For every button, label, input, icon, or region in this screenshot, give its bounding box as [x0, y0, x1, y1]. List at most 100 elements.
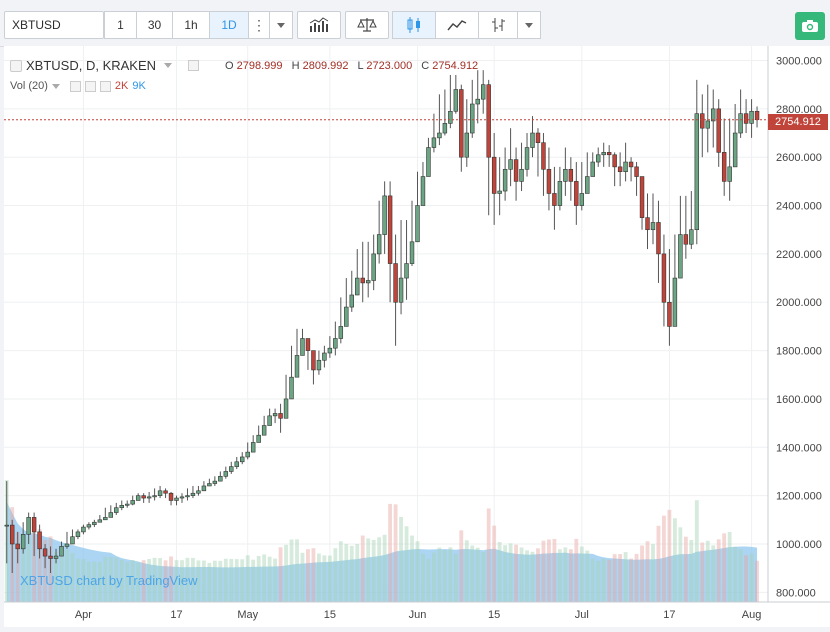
volume-bar — [349, 545, 354, 602]
volume-bar — [201, 560, 206, 602]
compare-button[interactable] — [345, 11, 389, 39]
snapshot-button[interactable] — [795, 12, 825, 40]
volume-bar — [596, 560, 601, 602]
candle-body — [530, 132, 535, 148]
candle-body — [196, 490, 201, 494]
candle-body — [64, 543, 70, 547]
volume-bar — [432, 552, 436, 602]
candle-body — [497, 190, 502, 194]
chart-pane[interactable]: 3000.000 2800.000 2600.000 2400.000 2200.000… — [4, 46, 830, 627]
candle-body — [667, 301, 672, 327]
candle-body — [174, 497, 179, 501]
volume-bar — [421, 553, 425, 602]
candle-body — [114, 507, 119, 513]
volume-bar — [678, 527, 683, 602]
candle-body — [218, 475, 223, 482]
candle-body — [234, 461, 239, 467]
price-tick-label: 1600.000 — [776, 394, 822, 406]
legend-title: XBTUSD, D, KRAKEN — [26, 58, 157, 73]
candle-body — [732, 132, 738, 168]
candle-body — [229, 466, 234, 472]
candle-body — [672, 277, 678, 327]
candle-body — [130, 500, 135, 505]
candle-body — [327, 347, 333, 354]
candle-body — [168, 492, 174, 501]
candle-body — [480, 84, 486, 100]
price-tick-label: 800.000 — [776, 587, 816, 599]
chart-style-dropdown-button[interactable] — [517, 11, 541, 39]
volume-bar — [256, 555, 261, 602]
dropdown-caret-icon[interactable] — [51, 83, 60, 89]
volume-bar — [404, 526, 409, 602]
volume-bar — [536, 548, 540, 602]
volume-bar — [382, 534, 387, 602]
volume-bar — [492, 525, 497, 602]
tradingview-watermark: XBTUSD chart by TradingView — [20, 573, 198, 588]
interval-1-button[interactable]: 1 — [104, 11, 137, 39]
line-style-button[interactable] — [435, 11, 479, 39]
interval-1h-button[interactable]: 1h — [172, 11, 210, 39]
volume-bar — [442, 549, 447, 602]
volume-bar — [289, 539, 294, 602]
volume-bar — [344, 543, 349, 602]
time-tick-label: 17 — [170, 609, 182, 621]
candle-body — [689, 229, 694, 245]
candles-style-button[interactable] — [392, 11, 436, 39]
volume-bar — [273, 558, 278, 602]
settings-icon[interactable] — [188, 60, 200, 71]
bar-style-button[interactable] — [478, 11, 518, 39]
candle-body — [442, 123, 448, 134]
eye-icon[interactable] — [69, 80, 81, 92]
candle-body — [157, 490, 163, 496]
candle-body — [146, 496, 152, 499]
price-tick-label: 1000.000 — [776, 539, 822, 551]
candle-body — [223, 471, 229, 477]
collapse-legend-icon[interactable] — [10, 59, 22, 72]
candle-body — [70, 536, 75, 545]
interval-1d-button[interactable]: 1D — [209, 11, 249, 39]
candle-body — [15, 543, 20, 550]
candle-body — [125, 503, 130, 506]
volume-bar — [207, 562, 212, 602]
candle-body — [48, 555, 53, 559]
volume-bar — [525, 550, 529, 602]
candle-body — [612, 154, 617, 168]
dropdown-caret-icon — [525, 22, 533, 28]
candle-body — [201, 485, 207, 492]
volume-bar — [563, 547, 568, 602]
volume-bar — [508, 543, 513, 602]
price-chart[interactable]: 3000.0002800.0002600.0002400.0002200.000… — [4, 46, 830, 627]
symbol-search-input[interactable]: XBTUSD — [4, 11, 104, 39]
candle-body — [639, 176, 645, 218]
interval-dropdown-button[interactable] — [269, 11, 293, 39]
candle-body — [705, 120, 710, 129]
volume-bar — [322, 555, 327, 602]
dropdown-caret-icon[interactable] — [164, 63, 173, 68]
candle-body — [754, 110, 760, 121]
price-tick-label: 1200.000 — [776, 491, 822, 503]
volume-bar — [618, 554, 623, 602]
candle-body — [552, 193, 557, 206]
volume-bar — [223, 558, 228, 602]
indicators-button[interactable] — [297, 11, 341, 39]
candle-body — [541, 142, 546, 170]
close-icon[interactable] — [99, 80, 111, 92]
candle-body — [349, 294, 354, 308]
volume-bar — [338, 541, 343, 602]
volume-bar — [388, 503, 393, 602]
volume-bar — [426, 558, 431, 602]
settings-icon[interactable] — [84, 80, 96, 92]
volume-bar — [295, 539, 299, 602]
interval-30-button[interactable]: 30 — [136, 11, 173, 39]
candle-body — [596, 154, 601, 163]
candle-body — [711, 108, 716, 122]
volume-bar — [662, 515, 666, 602]
volume-bar — [738, 549, 743, 602]
chart-toolbar: XBTUSD 1 30 1h 1D ⋮ — [0, 0, 830, 47]
candle-body — [371, 253, 376, 281]
volume-bar — [530, 551, 535, 602]
more-intervals-button[interactable]: ⋮ — [248, 11, 270, 39]
candle-body — [179, 496, 185, 499]
time-tick-label: Aug — [742, 609, 762, 621]
candle-body — [190, 492, 196, 496]
